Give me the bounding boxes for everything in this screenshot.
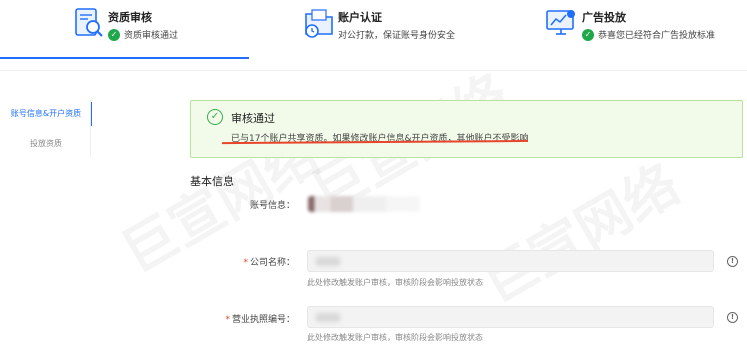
step-subtitle-text: 恭喜您已经符合广告投放标准 — [598, 31, 716, 41]
watermark: 巨宣网络 — [465, 141, 692, 317]
account-info-value — [308, 196, 420, 212]
folder-clock-icon — [305, 9, 333, 38]
company-name-hint: 此处修改触发账户审核，审核阶段会影响投放状态 — [307, 278, 483, 287]
section-title: 基本信息 — [190, 175, 234, 188]
info-icon[interactable]: ! — [727, 312, 738, 323]
label-text: 公司名称： — [249, 258, 295, 268]
account-info-label: 账号信息： — [249, 201, 295, 211]
step-subtitle: ✓ 资质审核通过 — [108, 28, 178, 41]
sidebar-item-account-info[interactable]: 账号信息&开户资质 — [0, 100, 92, 128]
divider — [0, 70, 747, 71]
divider — [90, 100, 91, 158]
license-number-field[interactable] — [307, 306, 714, 328]
required-mark: * — [243, 258, 248, 268]
step-subtitle: 对公打款，保证账号身份安全 — [338, 31, 456, 41]
monitor-ad-icon — [546, 10, 575, 35]
check-circle-icon: ✓ — [207, 109, 223, 125]
step-progress-bar — [0, 57, 249, 59]
required-mark: * — [225, 315, 230, 325]
approval-notice: ✓ 审核通过 已与17个账户共享资质。如果修改账户信息&开户资质，其他账户不受影… — [190, 100, 743, 158]
check-circle-icon: ✓ — [582, 28, 594, 41]
info-icon[interactable]: ! — [727, 256, 738, 267]
company-name-field[interactable] — [307, 250, 714, 272]
step-ad-delivery: 广告投放 ✓ 恭喜您已经符合广告投放标准 — [544, 6, 744, 50]
document-search-icon — [75, 8, 103, 37]
license-number-label: * 营业执照编号： — [175, 312, 295, 325]
sidebar-item-ad-qualification[interactable]: 投放资质 — [0, 130, 92, 158]
steps-header: 资质审核 ✓ 资质审核通过 账户认证 对公打款，保证账号身份安全 广告投放 ✓ … — [0, 0, 747, 62]
label-text: 营业执照编号： — [231, 315, 295, 325]
notice-title: 审核通过 — [231, 112, 275, 125]
step-account-verification: 账户认证 对公打款，保证账号身份安全 — [302, 6, 482, 50]
license-number-hint: 此处修改触发账户审核，审核阶段会影响投放状态 — [307, 333, 483, 342]
step-title: 账户认证 — [338, 11, 382, 24]
company-name-label: * 公司名称： — [175, 255, 295, 268]
step-subtitle: ✓ 恭喜您已经符合广告投放标准 — [582, 28, 715, 41]
step-subtitle-text: 资质审核通过 — [124, 31, 179, 41]
check-circle-icon: ✓ — [108, 28, 120, 41]
step-title: 广告投放 — [582, 11, 626, 24]
step-qualification-review: 资质审核 ✓ 资质审核通过 — [72, 6, 242, 50]
step-title: 资质审核 — [108, 11, 152, 24]
sidebar: 账号信息&开户资质 投放资质 — [0, 100, 92, 158]
